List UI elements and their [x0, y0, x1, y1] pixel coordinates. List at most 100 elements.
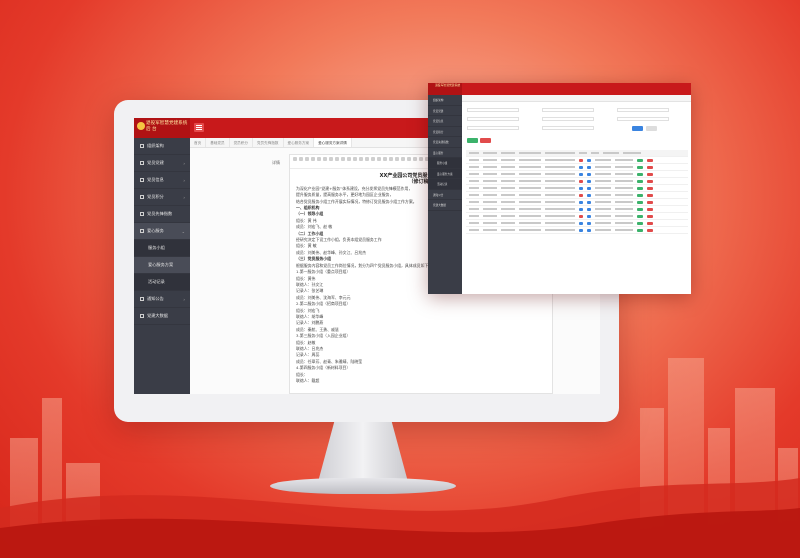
editor-tool-icon[interactable]	[413, 157, 417, 161]
editor-tool-icon[interactable]	[305, 157, 309, 161]
sidebar-item-points[interactable]: 党员积分 ›	[134, 189, 190, 206]
filter-input[interactable]	[542, 117, 594, 121]
editor-tool-icon[interactable]	[353, 157, 357, 161]
filter-input[interactable]	[617, 117, 669, 121]
editor-tool-icon[interactable]	[293, 157, 297, 161]
floating-list-screen: 退役军智慧党建系统 组织架构 党员党建 党员信息 党员积分 党员先锋指数 爱心服务 服务小组…	[428, 83, 691, 294]
table-cell	[519, 173, 541, 175]
menu-toggle-icon[interactable]	[194, 123, 204, 132]
editor-tool-icon[interactable]	[299, 157, 303, 161]
delete-row-button[interactable]	[647, 214, 653, 218]
table-cell	[501, 152, 515, 154]
delete-row-button[interactable]	[647, 193, 653, 197]
float-sidebar-item[interactable]: 爱心服务方案	[428, 168, 462, 179]
table-cell	[579, 152, 587, 154]
sidebar-item-love-service[interactable]: 爱心服务 ⌄	[134, 223, 190, 240]
filter-input[interactable]	[467, 117, 519, 121]
float-sidebar-item[interactable]: 通知公告	[428, 190, 462, 200]
sidebar-item-vanguard[interactable]: 党员先锋指数	[134, 206, 190, 223]
float-sidebar-item[interactable]: 组织架构	[428, 95, 462, 106]
sidebar-item-service-plan[interactable]: 爱心服务方案	[134, 257, 190, 274]
status-badge	[579, 200, 583, 204]
editor-tool-icon[interactable]	[365, 157, 369, 161]
tab-vanguard[interactable]: 党员先锋指数	[253, 138, 284, 147]
tab-service-plan[interactable]: 爱心服务方案	[284, 138, 315, 147]
add-button[interactable]	[467, 138, 478, 143]
tab-members[interactable]: 基础党员	[206, 138, 230, 147]
table-cell	[615, 201, 633, 203]
edit-button[interactable]	[637, 165, 643, 169]
tab-points[interactable]: 党员积分	[230, 138, 253, 147]
sidebar-item-activity-log[interactable]: 活动记录	[134, 274, 190, 291]
float-sidebar-item[interactable]: 服务小组	[428, 158, 462, 169]
delete-row-button[interactable]	[647, 165, 653, 169]
reset-button[interactable]	[646, 126, 657, 131]
filter-input[interactable]	[467, 108, 519, 112]
edit-button[interactable]	[637, 179, 643, 183]
float-sidebar-item[interactable]: 党建大数据	[428, 200, 462, 211]
editor-tool-icon[interactable]	[311, 157, 315, 161]
delete-row-button[interactable]	[647, 172, 653, 176]
editor-tool-icon[interactable]	[395, 157, 399, 161]
sidebar-item-notice[interactable]: 通知公告 ›	[134, 291, 190, 308]
edit-button[interactable]	[637, 158, 643, 162]
float-sidebar-item[interactable]: 爱心服务	[428, 148, 462, 158]
delete-row-button[interactable]	[647, 207, 653, 211]
editor-tool-icon[interactable]	[335, 157, 339, 161]
edit-button[interactable]	[637, 172, 643, 176]
delete-row-button[interactable]	[647, 228, 653, 232]
float-sidebar-item[interactable]: 活动记录	[428, 179, 462, 190]
sidebar-item-service-group[interactable]: 服务小组	[134, 240, 190, 257]
edit-button[interactable]	[637, 200, 643, 204]
filter-input[interactable]	[617, 108, 669, 112]
party-emblem-icon	[137, 122, 145, 130]
float-sidebar-item[interactable]: 党员党建	[428, 106, 462, 116]
editor-tool-icon[interactable]	[407, 157, 411, 161]
delete-row-button[interactable]	[647, 186, 653, 190]
filter-input[interactable]	[542, 126, 594, 130]
edit-button[interactable]	[637, 214, 643, 218]
edit-button[interactable]	[637, 186, 643, 190]
editor-tool-icon[interactable]	[317, 157, 321, 161]
table-cell	[615, 187, 633, 189]
table-cell	[519, 180, 541, 182]
filter-input[interactable]	[542, 108, 594, 112]
editor-tool-icon[interactable]	[419, 157, 423, 161]
table-cell	[615, 159, 633, 161]
delete-button[interactable]	[480, 138, 491, 143]
tab-service-plan-detail[interactable]: 爱心服务方案详情	[314, 138, 352, 147]
float-sidebar-item[interactable]: 党员信息	[428, 116, 462, 127]
delete-row-button[interactable]	[647, 221, 653, 225]
edit-button[interactable]	[637, 228, 643, 232]
editor-tool-icon[interactable]	[323, 157, 327, 161]
editor-tool-icon[interactable]	[389, 157, 393, 161]
table-cell	[519, 194, 541, 196]
editor-tool-icon[interactable]	[371, 157, 375, 161]
sidebar-item-org[interactable]: 组织架构	[134, 138, 190, 155]
editor-tool-icon[interactable]	[329, 157, 333, 161]
delete-row-button[interactable]	[647, 158, 653, 162]
search-button[interactable]	[632, 126, 643, 131]
sidebar-item-big-data[interactable]: 党建大数据	[134, 308, 190, 325]
editor-tool-icon[interactable]	[359, 157, 363, 161]
sidebar-item-party-build[interactable]: 党员党建 ›	[134, 155, 190, 172]
filter-input[interactable]	[467, 126, 519, 130]
editor-tool-icon[interactable]	[341, 157, 345, 161]
delete-row-button[interactable]	[647, 179, 653, 183]
editor-tool-icon[interactable]	[347, 157, 351, 161]
editor-tool-icon[interactable]	[383, 157, 387, 161]
sidebar-item-member-info[interactable]: 党员信息 ›	[134, 172, 190, 189]
status-badge	[587, 172, 591, 176]
float-sidebar-item[interactable]: 党员积分	[428, 127, 462, 137]
float-sidebar-item[interactable]: 党员先锋指数	[428, 137, 462, 148]
table-cell	[483, 173, 497, 175]
editor-tool-icon[interactable]	[401, 157, 405, 161]
delete-row-button[interactable]	[647, 200, 653, 204]
status-badge	[587, 228, 591, 232]
tab-home[interactable]: 首页	[190, 138, 207, 147]
edit-button[interactable]	[637, 221, 643, 225]
table-cell	[595, 215, 611, 217]
edit-button[interactable]	[637, 193, 643, 197]
editor-tool-icon[interactable]	[377, 157, 381, 161]
edit-button[interactable]	[637, 207, 643, 211]
